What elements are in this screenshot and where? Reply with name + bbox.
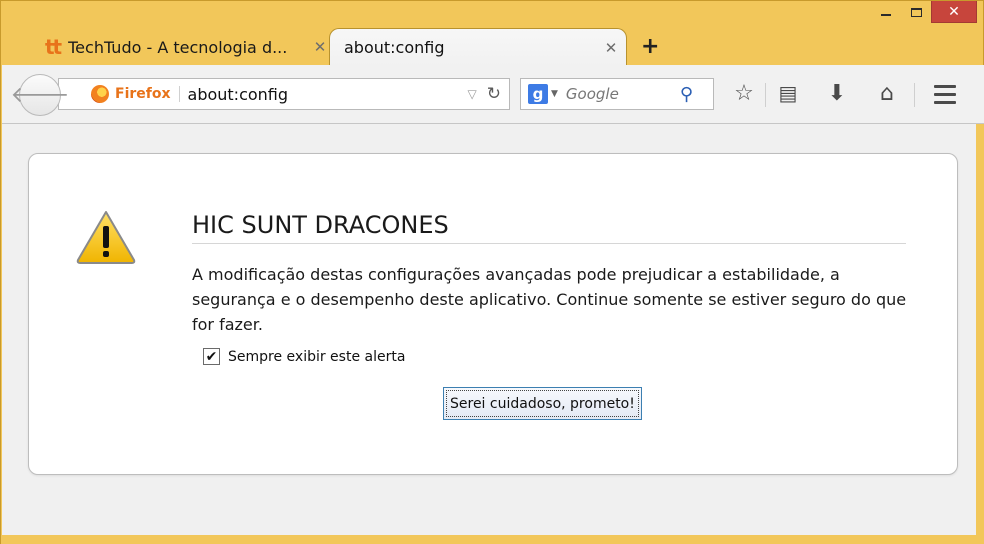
window-border-right (976, 124, 984, 535)
tab-close-icon[interactable]: ✕ (596, 39, 626, 57)
url-bar[interactable]: Firefox about:config ▽ ↻ (58, 78, 510, 110)
browser-window: ✕ tt TechTudo - A tecnologia d... ✕ abou… (0, 0, 984, 544)
warning-text: A modificação destas configurações avanç… (192, 265, 907, 334)
tab-about-config[interactable]: about:config ✕ (329, 28, 627, 66)
new-tab-button[interactable]: + (641, 34, 659, 59)
tab-title: about:config (344, 38, 445, 57)
search-bar[interactable]: g ▼ ⚲ (520, 78, 714, 110)
maximize-icon (910, 7, 922, 17)
toolbar-separator (765, 83, 766, 107)
reading-list-icon[interactable]: ▤ (774, 81, 802, 105)
warning-icon (76, 211, 136, 264)
firefox-icon (91, 85, 109, 103)
back-arrow-icon: 🡐 (10, 83, 70, 108)
tab-techtudo[interactable]: tt TechTudo - A tecnologia d... ✕ (23, 28, 335, 66)
close-window-button[interactable]: ✕ (931, 1, 977, 23)
minimize-button[interactable] (871, 1, 901, 23)
warning-title: HIC SUNT DRACONES (192, 211, 906, 244)
download-icon[interactable]: ⬇ (823, 81, 851, 106)
back-button[interactable]: 🡐 (11, 74, 70, 116)
url-text[interactable]: about:config (188, 85, 468, 104)
accept-risk-button[interactable]: Serei cuidadoso, prometo! (443, 387, 642, 420)
toolbar-separator (914, 83, 915, 107)
menu-icon[interactable] (934, 85, 956, 109)
engine-dropdown-icon[interactable]: ▼ (551, 89, 558, 99)
techtudo-favicon-icon: tt (45, 35, 62, 59)
maximize-button[interactable] (901, 1, 931, 23)
window-border-bottom (1, 535, 984, 544)
window-controls: ✕ (871, 1, 977, 29)
navigation-toolbar: Firefox about:config ▽ ↻ 🡐 g ▼ ⚲ ☆ ▤ ⬇ ⌂ (2, 65, 984, 124)
minimize-icon (881, 14, 891, 16)
identity-label[interactable]: Firefox (115, 86, 180, 102)
always-show-alert-checkbox-row[interactable]: ✔ Sempre exibir este alerta (203, 348, 405, 365)
warning-box: HIC SUNT DRACONES A modificação destas c… (28, 153, 958, 475)
google-icon[interactable]: g (528, 84, 548, 104)
always-show-alert-checkbox[interactable]: ✔ (203, 348, 220, 365)
search-input[interactable] (565, 85, 676, 103)
reload-icon[interactable]: ↻ (487, 84, 501, 104)
search-icon[interactable]: ⚲ (680, 84, 693, 105)
dropmarker-icon[interactable]: ▽ (468, 87, 477, 101)
tab-title: TechTudo - A tecnologia d... (68, 37, 288, 57)
checkbox-label: Sempre exibir este alerta (228, 348, 406, 365)
bookmark-star-icon[interactable]: ☆ (730, 81, 758, 106)
close-icon: ✕ (948, 3, 960, 20)
home-icon[interactable]: ⌂ (873, 81, 901, 106)
page-content: HIC SUNT DRACONES A modificação destas c… (2, 124, 976, 535)
